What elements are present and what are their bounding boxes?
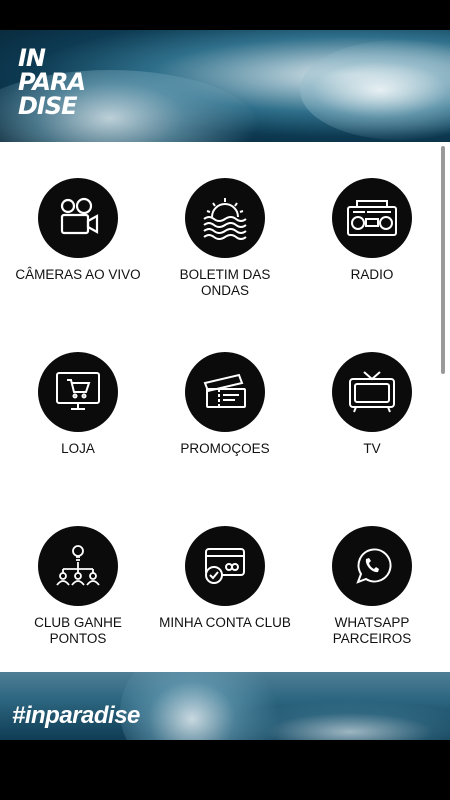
logo-line: IN <box>18 44 46 72</box>
menu-item-label: WHATSAPP PARCEIROS <box>332 615 412 646</box>
menu-item-shop[interactable]: LOJA <box>3 352 153 457</box>
hashtag-text: #inparadise <box>12 702 140 729</box>
menu-item-wave-report[interactable]: BOLETIM DAS ONDAS <box>150 178 300 299</box>
header-banner: IN PARA DISE <box>0 30 450 142</box>
menu-item-label: TV <box>363 441 381 456</box>
menu-item-label: LOJA <box>61 441 95 456</box>
menu-item-tv[interactable]: TV <box>297 352 447 457</box>
logo-line: DISE <box>18 92 78 120</box>
logo: IN PARA DISE <box>18 44 86 120</box>
whatsapp-icon <box>356 548 392 584</box>
tv-icon <box>349 371 395 413</box>
people-network-icon <box>56 545 100 586</box>
icon-circle <box>332 178 412 258</box>
icon-circle <box>38 526 118 606</box>
logo-line: PARA <box>18 68 86 96</box>
navigation-bar <box>0 740 450 800</box>
icon-circle <box>38 352 118 432</box>
radio-icon <box>347 200 397 236</box>
icon-circle <box>185 526 265 606</box>
scrollbar[interactable] <box>441 146 445 374</box>
icon-circle <box>185 352 265 432</box>
status-bar <box>0 0 450 30</box>
sunset-waves-icon <box>203 198 247 240</box>
menu-item-label: CÂMERAS AO VIVO <box>15 267 141 282</box>
credit-card-check-icon <box>205 548 245 584</box>
menu-item-label: RADIO <box>350 267 394 282</box>
menu-item-my-account[interactable]: MINHA CONTA CLUB <box>150 526 300 631</box>
menu-item-club-points[interactable]: CLUB GANHE PONTOS <box>3 526 153 647</box>
menu-item-label: MINHA CONTA CLUB <box>159 615 291 630</box>
icon-circle <box>38 178 118 258</box>
icon-circle <box>332 526 412 606</box>
camera-icon <box>60 197 99 235</box>
menu-item-promotions[interactable]: PROMOÇOES <box>150 352 300 457</box>
menu-item-radio[interactable]: RADIO <box>297 178 447 283</box>
menu-item-label: BOLETIM DAS ONDAS <box>179 267 271 298</box>
footer-banner: #inparadise <box>0 672 450 740</box>
menu-item-label: PROMOÇOES <box>180 441 270 456</box>
menu-grid: CÂMERAS AO VIVO BOLETIM DAS ONDAS RADIO … <box>0 142 450 672</box>
menu-item-label: CLUB GANHE PONTOS <box>34 615 122 646</box>
shopping-cart-monitor-icon <box>56 372 100 410</box>
tickets-icon <box>203 373 246 408</box>
icon-circle <box>185 178 265 258</box>
wave-graphic <box>300 40 450 140</box>
menu-item-whatsapp[interactable]: WHATSAPP PARCEIROS <box>297 526 447 647</box>
menu-item-cameras[interactable]: CÂMERAS AO VIVO <box>3 178 153 283</box>
icon-circle <box>332 352 412 432</box>
